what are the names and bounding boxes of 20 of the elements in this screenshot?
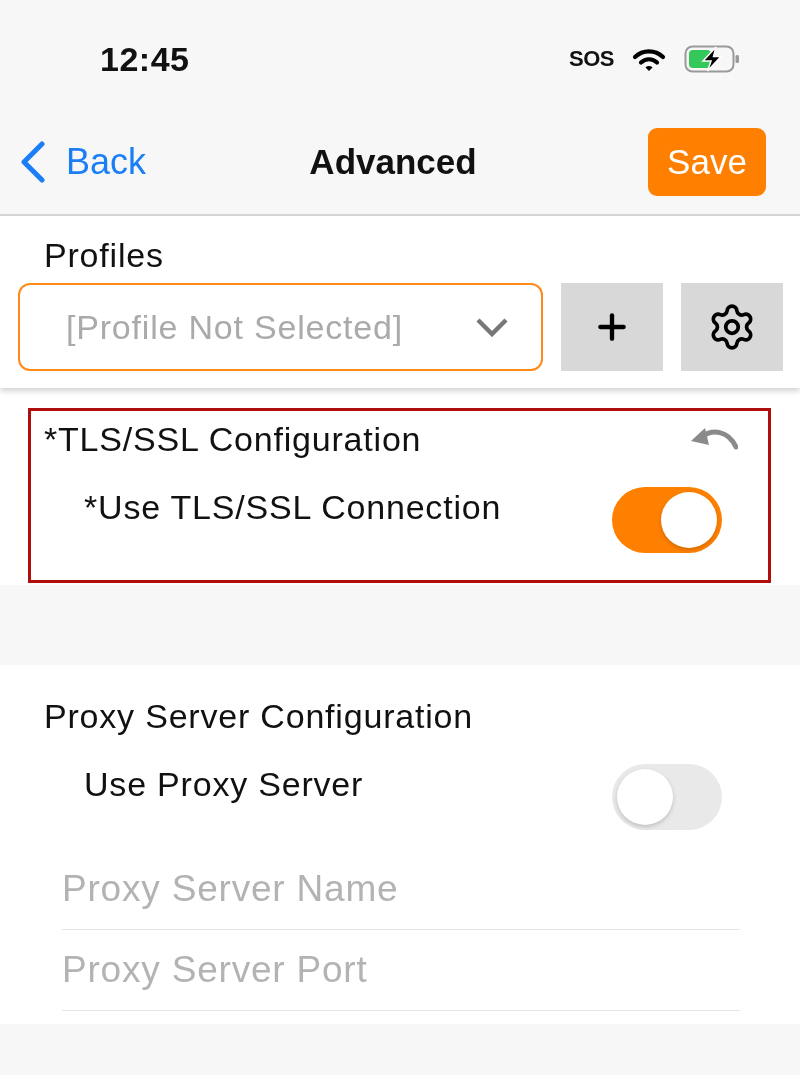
undo-icon[interactable]	[690, 426, 738, 452]
field-label: Profiles	[43, 238, 165, 272]
settings-button[interactable]	[681, 283, 783, 371]
profile-select[interactable]: [Profile Not Selected]	[18, 283, 543, 371]
toggle-label: Use Proxy Server	[84, 765, 364, 804]
cellular-status: SOS	[569, 46, 614, 72]
back-button[interactable]: Back	[20, 141, 147, 183]
status-time: 12:45	[100, 39, 190, 79]
section-title: *TLS/SSL Configuration	[44, 419, 422, 459]
section-title: Proxy Server Configuration	[44, 696, 473, 736]
back-chevron-icon	[20, 141, 46, 183]
input-field[interactable]: Proxy Server Port	[62, 930, 740, 1011]
wifi-icon	[632, 46, 666, 72]
battery-charging-icon	[684, 45, 740, 73]
chevron-down-icon	[475, 317, 509, 337]
input-field[interactable]: Proxy Server Name	[62, 849, 740, 930]
toggle-label: *Use TLS/SSL Connection	[84, 488, 502, 527]
screen-title: Advanced	[309, 142, 477, 182]
save-button[interactable]: Save	[648, 128, 766, 196]
add-button[interactable]	[561, 283, 663, 371]
